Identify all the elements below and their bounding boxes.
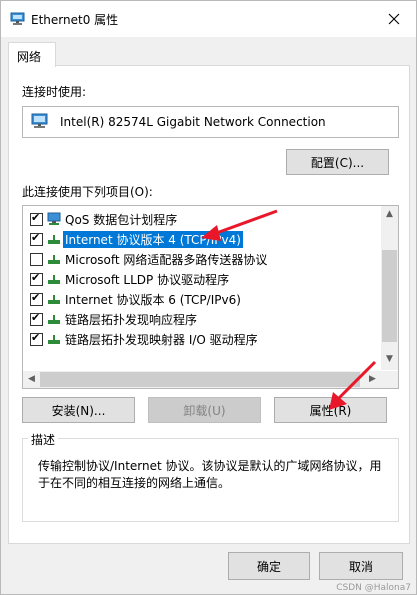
install-button[interactable]: 安装(N)... bbox=[22, 397, 135, 423]
network-tab-panel: 连接时使用: Intel(R) 82574L Gigabit Network C… bbox=[8, 65, 410, 544]
watermark: CSDN @Halona7 bbox=[336, 583, 411, 593]
close-icon bbox=[388, 13, 400, 25]
cancel-button[interactable]: 取消 bbox=[319, 552, 403, 580]
items-label: 此连接使用下列项目(O): bbox=[22, 185, 153, 199]
protocol-icon bbox=[47, 292, 61, 309]
item-label: 链路层拓扑发现映射器 I/O 驱动程序 bbox=[65, 333, 258, 347]
vertical-scroll-thumb[interactable] bbox=[382, 250, 397, 342]
title-bar: Ethernet0 属性 bbox=[1, 1, 416, 37]
item-label: Internet 协议版本 6 (TCP/IPv6) bbox=[65, 293, 241, 307]
annotation-arrow-icon bbox=[329, 360, 377, 410]
protocol-icon bbox=[47, 232, 61, 249]
horizontal-scroll-thumb[interactable] bbox=[40, 372, 360, 387]
description-text: 传输控制协议/Internet 协议。该协议是默认的广域网络协议，用于在不同的相… bbox=[38, 459, 382, 490]
protocol-icon bbox=[47, 272, 61, 289]
scroll-down-icon[interactable]: ▼ bbox=[381, 354, 398, 364]
list-item[interactable]: Internet 协议版本 6 (TCP/IPv6) bbox=[23, 289, 373, 309]
protocol-icon bbox=[47, 332, 61, 349]
protocol-icon bbox=[47, 252, 61, 269]
description-legend: 描述 bbox=[28, 431, 59, 448]
item-checkbox[interactable] bbox=[30, 253, 43, 266]
list-item[interactable]: Microsoft LLDP 协议驱动程序 bbox=[23, 269, 373, 289]
tab-network-label: 网络 bbox=[17, 50, 42, 64]
window-title: Ethernet0 属性 bbox=[31, 13, 119, 27]
list-item[interactable]: Microsoft 网络适配器多路传送器协议 bbox=[23, 249, 373, 269]
network-adapter-icon bbox=[10, 12, 26, 29]
vertical-scrollbar[interactable]: ▲ ▼ bbox=[381, 206, 398, 370]
list-item[interactable]: 链路层拓扑发现响应程序 bbox=[23, 309, 373, 329]
item-checkbox[interactable] bbox=[30, 291, 43, 306]
item-label: 链路层拓扑发现响应程序 bbox=[65, 313, 198, 327]
item-label: QoS 数据包计划程序 bbox=[65, 213, 178, 227]
item-checkbox[interactable] bbox=[30, 211, 43, 226]
item-checkbox[interactable] bbox=[30, 331, 43, 346]
close-button[interactable] bbox=[372, 1, 416, 37]
protocol-icon bbox=[47, 312, 61, 329]
qos-scheduler-icon bbox=[47, 212, 61, 229]
adapter-field: Intel(R) 82574L Gigabit Network Connecti… bbox=[22, 106, 399, 138]
item-checkbox[interactable] bbox=[30, 271, 43, 286]
annotation-arrow-icon bbox=[201, 209, 278, 241]
network-card-icon bbox=[30, 113, 50, 132]
connect-using-label: 连接时使用: bbox=[22, 85, 87, 99]
adapter-name: Intel(R) 82574L Gigabit Network Connecti… bbox=[60, 115, 326, 129]
properties-dialog: Ethernet0 属性 网络 连接时使用: Intel(R) 82574L G… bbox=[0, 0, 417, 595]
configure-button[interactable]: 配置(C)... bbox=[286, 149, 389, 175]
scroll-up-icon[interactable]: ▲ bbox=[381, 209, 398, 219]
item-label: Microsoft LLDP 协议驱动程序 bbox=[65, 273, 230, 287]
item-label: Microsoft 网络适配器多路传送器协议 bbox=[65, 253, 268, 267]
tab-network[interactable]: 网络 bbox=[8, 42, 56, 67]
list-item[interactable]: 链路层拓扑发现映射器 I/O 驱动程序 bbox=[23, 329, 373, 349]
description-group: 描述 传输控制协议/Internet 协议。该协议是默认的广域网络协议，用于在不… bbox=[22, 431, 399, 522]
item-checkbox[interactable] bbox=[30, 311, 43, 326]
scroll-left-icon[interactable]: ◀ bbox=[23, 374, 40, 384]
ok-button[interactable]: 确定 bbox=[228, 552, 310, 580]
item-checkbox[interactable] bbox=[30, 231, 43, 246]
uninstall-button[interactable]: 卸载(U) bbox=[148, 397, 261, 423]
